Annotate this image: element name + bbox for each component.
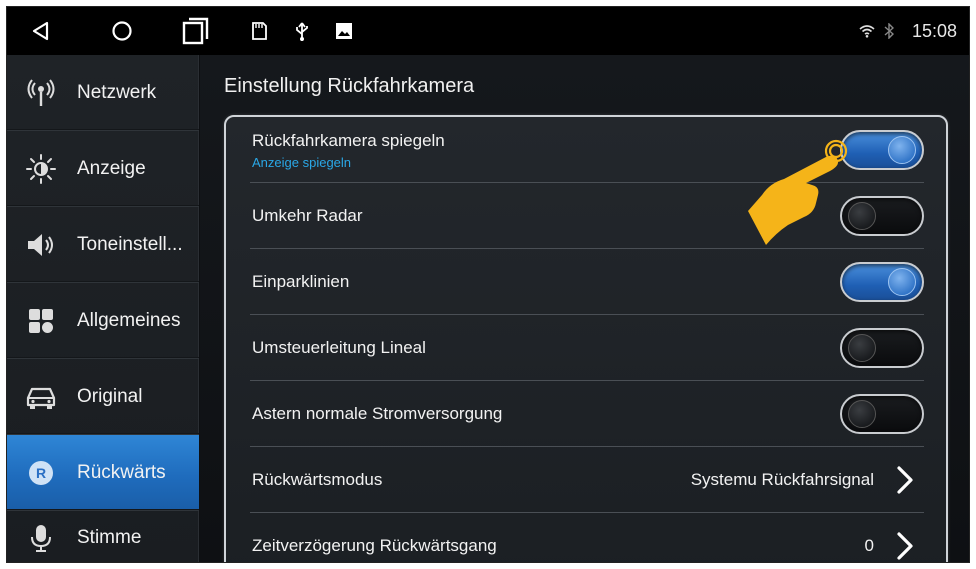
setting-title: Einparklinien: [252, 271, 350, 291]
sidebar-item-label: Original: [77, 385, 143, 407]
home-icon[interactable]: [107, 7, 137, 55]
back-icon[interactable]: [25, 7, 55, 55]
chevron-right-icon[interactable]: [890, 530, 918, 562]
setting-title: Zeitverzögerung Rückwärtsgang: [252, 536, 497, 555]
setting-row-umsteuerleitung-lineal[interactable]: Umsteuerleitung Lineal: [250, 315, 924, 381]
bluetooth-icon: [879, 7, 899, 55]
head-unit-screen: 15:08 Netzwerk Anzeige Toneinstell... Al…: [6, 6, 970, 563]
sidebar-item-label: Rückwärts: [77, 461, 166, 483]
toggle-knob: [848, 399, 876, 428]
settings-main: Einstellung Rückfahrkamera Rückfahrkamer…: [200, 55, 969, 562]
sidebar: Netzwerk Anzeige Toneinstell... Allgemei…: [7, 55, 199, 562]
sidebar-item-label: Toneinstell...: [77, 233, 183, 255]
sd-card-icon: [247, 7, 271, 55]
sidebar-item-original[interactable]: Original: [7, 359, 199, 435]
sidebar-item-stimme[interactable]: Stimme: [7, 511, 199, 562]
toggle-knob: [848, 333, 876, 362]
microphone-icon: [25, 522, 57, 554]
setting-row-rueckwaertsmodus[interactable]: Rückwärtsmodus Systemu Rückfahrsignal: [250, 447, 924, 513]
sidebar-item-rueckwaerts[interactable]: R Rückwärts: [7, 435, 199, 511]
setting-row-einparklinien[interactable]: Einparklinien: [250, 249, 924, 315]
status-bar: 15:08: [7, 7, 969, 55]
sidebar-item-label: Stimme: [77, 526, 142, 548]
page-title: Einstellung Rückfahrkamera: [224, 75, 475, 97]
recents-icon[interactable]: [179, 7, 213, 55]
sidebar-item-allgemeines[interactable]: Allgemeines: [7, 283, 199, 359]
chevron-right-icon[interactable]: [890, 464, 918, 496]
network-icon: [25, 77, 57, 109]
toggle-knob: [888, 135, 916, 164]
setting-row-zeitverzoegerung[interactable]: Zeitverzögerung Rückwärtsgang 0: [250, 513, 924, 562]
setting-title: Rückfahrkamera spiegeln: [252, 131, 445, 150]
usb-icon: [290, 7, 314, 55]
toggle-switch-on[interactable]: [840, 261, 924, 302]
reverse-icon: R: [25, 457, 57, 489]
toggle-switch-off[interactable]: [840, 393, 924, 434]
sidebar-item-label: Allgemeines: [77, 309, 181, 331]
sidebar-item-netzwerk[interactable]: Netzwerk: [7, 55, 199, 131]
setting-row-astern-stromversorgung[interactable]: Astern normale Stromversorgung: [250, 381, 924, 447]
wifi-icon: [855, 7, 879, 55]
sidebar-item-label: Netzwerk: [77, 81, 157, 103]
brightness-icon: [25, 153, 57, 185]
sidebar-item-anzeige[interactable]: Anzeige: [7, 131, 199, 207]
car-icon: [25, 381, 57, 413]
setting-value: Systemu Rückfahrsignal: [690, 469, 874, 489]
setting-subtitle: Anzeige spiegeln: [252, 155, 352, 170]
sidebar-item-label: Anzeige: [77, 157, 146, 179]
toggle-knob: [888, 267, 916, 296]
sidebar-item-toneinstellungen[interactable]: Toneinstell...: [7, 207, 199, 283]
setting-value: 0: [864, 536, 874, 555]
setting-title: Umsteuerleitung Lineal: [252, 337, 426, 357]
toggle-switch-off[interactable]: [840, 327, 924, 368]
svg-text:R: R: [36, 465, 46, 481]
setting-title: Rückwärtsmodus: [252, 469, 383, 489]
clock: 15:08: [911, 21, 957, 41]
image-icon: [332, 7, 356, 55]
grid-icon: [25, 305, 57, 337]
setting-title: Umkehr Radar: [252, 205, 363, 225]
pointing-hand-icon: [748, 139, 848, 245]
setting-title: Astern normale Stromversorgung: [252, 403, 503, 423]
speaker-icon: [25, 229, 57, 261]
